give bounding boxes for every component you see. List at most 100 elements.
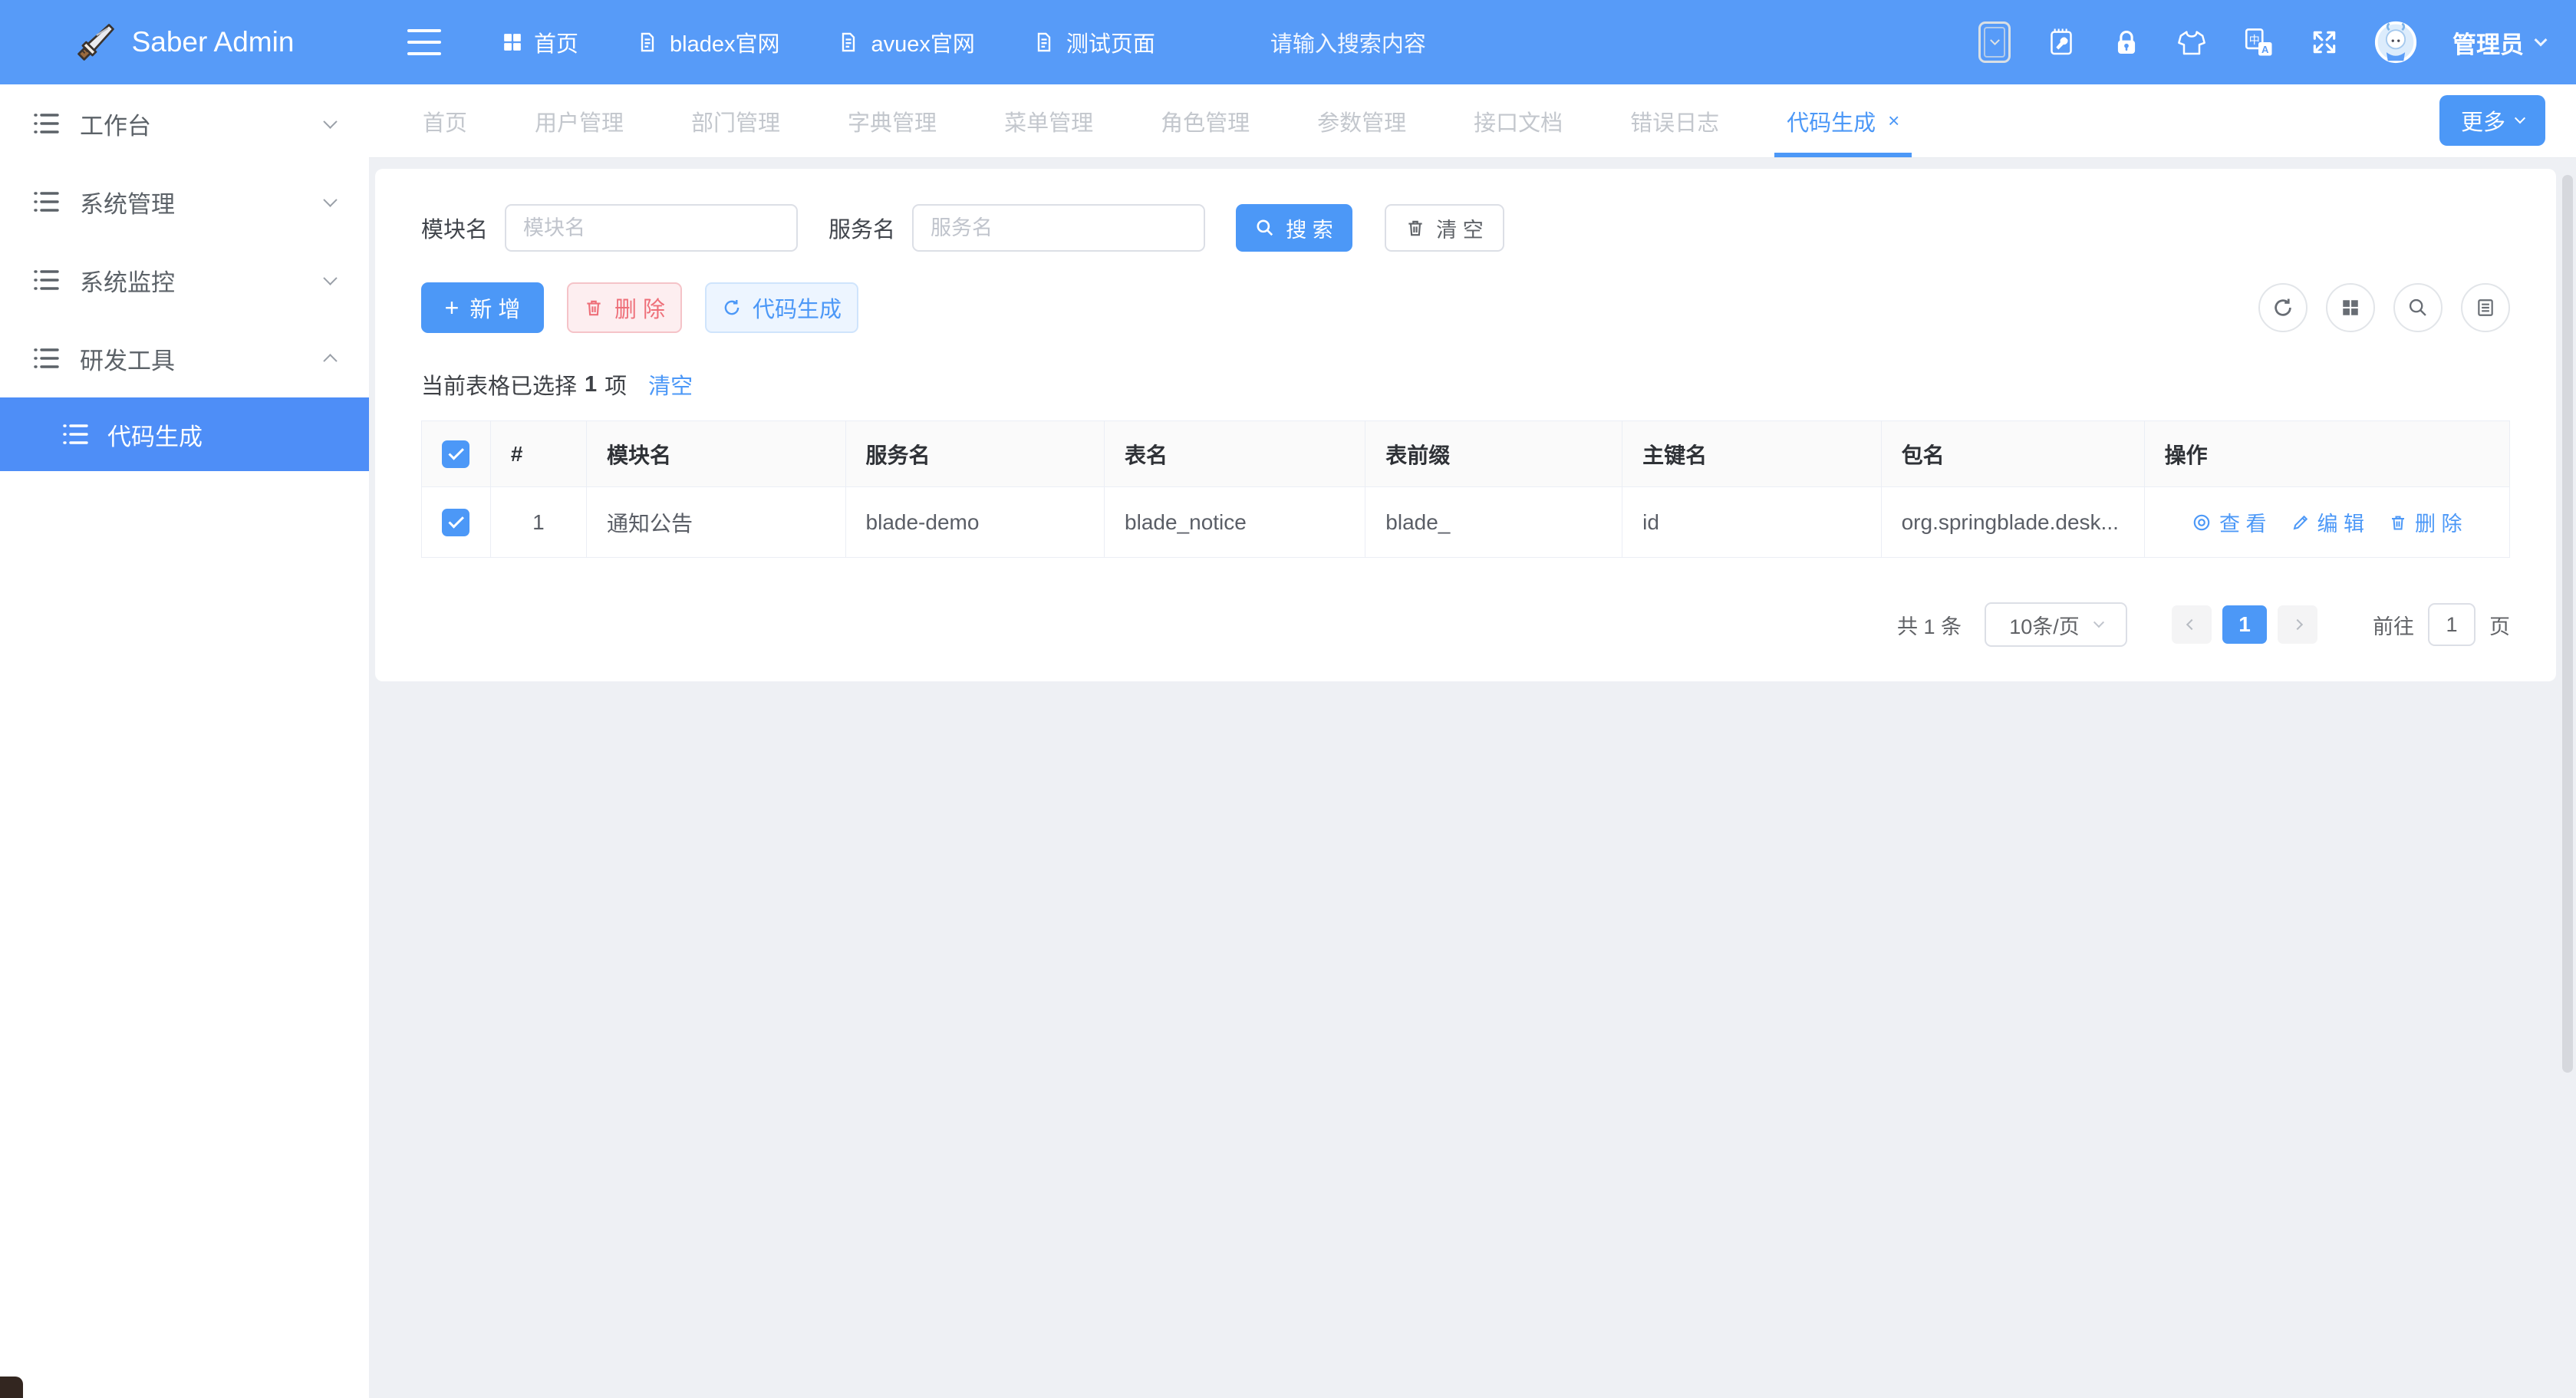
cell-actions: 查 看 编 辑 删 除: [2144, 487, 2509, 558]
col-package: 包名: [1881, 421, 2144, 487]
service-name-input[interactable]: [912, 204, 1205, 252]
tab-dept-mgmt[interactable]: 部门管理: [691, 84, 780, 157]
document-list-icon: [2476, 298, 2495, 318]
filter-form: 模块名 服务名 搜 索 清 空: [421, 204, 2510, 252]
theme-shirt-icon[interactable]: [2176, 27, 2207, 58]
row-edit-link[interactable]: 编 辑: [2291, 507, 2365, 537]
col-prefix: 表前缀: [1365, 421, 1622, 487]
nav-item-bladex[interactable]: bladex官网: [637, 26, 779, 58]
grid-tools: [2258, 283, 2510, 332]
search-button[interactable]: 搜 索: [1236, 204, 1352, 252]
refresh-button[interactable]: [2258, 283, 2308, 332]
check-icon: [449, 513, 465, 529]
main-content: 模块名 服务名 搜 索 清 空 + 新 增: [369, 158, 2576, 1398]
col-module: 模块名: [587, 421, 846, 487]
column-settings-button[interactable]: [2461, 283, 2510, 332]
module-name-input[interactable]: [505, 204, 798, 252]
col-actions: 操作: [2144, 421, 2509, 487]
tab-code-generation[interactable]: 代码生成 ×: [1787, 84, 1899, 157]
tab-param-mgmt[interactable]: 参数管理: [1317, 84, 1406, 157]
chevron-down-icon: [323, 271, 337, 285]
select-all-checkbox[interactable]: [442, 440, 469, 468]
cell-service: blade-demo: [845, 487, 1105, 558]
trash-icon: [1405, 218, 1425, 238]
nav-item-testpage[interactable]: 测试页面: [1033, 26, 1155, 58]
list-icon: [34, 269, 60, 292]
sidebar-item-dev-tools[interactable]: 研发工具: [0, 319, 369, 397]
tab-user-mgmt[interactable]: 用户管理: [535, 84, 624, 157]
translate-icon[interactable]: 中 A: [2242, 26, 2275, 58]
tab-role-mgmt[interactable]: 角色管理: [1161, 84, 1250, 157]
tab-api-doc[interactable]: 接口文档: [1474, 84, 1563, 157]
table-toolbar: + 新 增 删 除 代码生成: [421, 282, 2510, 333]
col-pk: 主键名: [1622, 421, 1882, 487]
current-page-button[interactable]: 1: [2222, 605, 2267, 644]
add-button[interactable]: + 新 增: [421, 282, 544, 333]
page-size-select[interactable]: 10条/页: [1985, 602, 2127, 647]
prev-page-button[interactable]: [2172, 605, 2212, 644]
nav-label: 首页: [534, 26, 578, 58]
sidebar-item-label: 工作台: [80, 107, 151, 141]
top-nav: 首页 bladex官网 avuex官网: [502, 26, 1155, 58]
service-name-label: 服务名: [828, 212, 895, 244]
user-menu[interactable]: 管理员: [2452, 25, 2545, 60]
col-table-name: 表名: [1105, 421, 1365, 487]
tab-home[interactable]: 首页: [423, 84, 467, 157]
sidebar-item-workbench[interactable]: 工作台: [0, 84, 369, 163]
row-delete-link[interactable]: 删 除: [2389, 507, 2462, 537]
sidebar-item-label: 系统监控: [80, 263, 175, 298]
trash-icon: [584, 298, 604, 318]
lock-icon[interactable]: [2112, 28, 2141, 57]
svg-text:中: 中: [2249, 34, 2260, 46]
sidebar-item-system-mgmt[interactable]: 系统管理: [0, 163, 369, 241]
fullscreen-icon[interactable]: [2310, 28, 2339, 57]
row-checkbox[interactable]: [442, 509, 469, 536]
tab-error-log[interactable]: 错误日志: [1630, 84, 1719, 157]
delete-button[interactable]: 删 除: [567, 282, 682, 333]
sidebar-item-label: 代码生成: [107, 417, 203, 452]
nav-item-avuex[interactable]: avuex官网: [838, 26, 974, 58]
header-right-tools: 中 A: [1978, 21, 2545, 64]
scrollbar-track[interactable]: [2558, 158, 2576, 1398]
column-search-button[interactable]: [2393, 283, 2443, 332]
global-search-input[interactable]: 请输入搜索内容: [1270, 26, 1426, 58]
debug-tools-icon[interactable]: [2046, 27, 2077, 58]
clear-button[interactable]: 清 空: [1385, 204, 1504, 252]
chevron-up-icon: [323, 354, 337, 368]
chevron-right-icon: [2292, 619, 2303, 630]
check-icon: [448, 444, 464, 460]
tab-menu-mgmt[interactable]: 菜单管理: [1004, 84, 1093, 157]
tab-bar: 首页 用户管理 部门管理 字典管理 菜单管理 角色管理 参数管理 接口文档 错误…: [369, 84, 2576, 158]
col-service: 服务名: [845, 421, 1105, 487]
grid-view-button[interactable]: [2326, 283, 2375, 332]
table-row: 1 通知公告 blade-demo blade_notice blade_ id…: [422, 487, 2510, 558]
sidebar-item-system-monitor[interactable]: 系统监控: [0, 241, 369, 319]
selection-suffix: 项: [604, 368, 627, 401]
scrollbar-thumb[interactable]: [2562, 175, 2573, 1073]
chevron-down-icon: [2535, 34, 2548, 47]
cell-pk: id: [1622, 487, 1882, 558]
codegen-table: # 模块名 服务名 表名 表前缀 主键名 包名 操作: [421, 420, 2510, 558]
goto-page-input[interactable]: [2428, 603, 2476, 646]
sidebar-item-code-generation[interactable]: 代码生成: [0, 397, 369, 471]
next-page-button[interactable]: [2278, 605, 2317, 644]
selection-clear-link[interactable]: 清空: [648, 368, 693, 401]
pagination: 共 1 条 10条/页 1 前往 页: [421, 602, 2510, 647]
header-main: 首页 bladex官网 avuex官网: [369, 0, 2576, 84]
sidebar: 工作台 系统管理 系统监控 研发工具 代码生成: [0, 84, 369, 1398]
nav-label: 测试页面: [1066, 26, 1155, 58]
code-generate-button[interactable]: 代码生成: [705, 282, 858, 333]
grid-icon: [502, 32, 522, 52]
more-tabs-button[interactable]: 更多: [2439, 95, 2545, 146]
close-icon[interactable]: ×: [1888, 109, 1899, 133]
code-generation-panel: 模块名 服务名 搜 索 清 空 + 新 增: [375, 169, 2556, 681]
top-menu-collapse-button[interactable]: [1978, 21, 2011, 63]
app-root: Saber Admin 首页 bladex官网: [0, 0, 2576, 1398]
hamburger-menu-icon[interactable]: [407, 29, 441, 55]
sword-icon: [75, 21, 117, 63]
user-avatar[interactable]: [2374, 21, 2417, 64]
svg-text:A: A: [2261, 44, 2269, 55]
row-view-link[interactable]: 查 看: [2192, 507, 2267, 537]
nav-item-home[interactable]: 首页: [502, 26, 578, 58]
tab-dict-mgmt[interactable]: 字典管理: [848, 84, 937, 157]
